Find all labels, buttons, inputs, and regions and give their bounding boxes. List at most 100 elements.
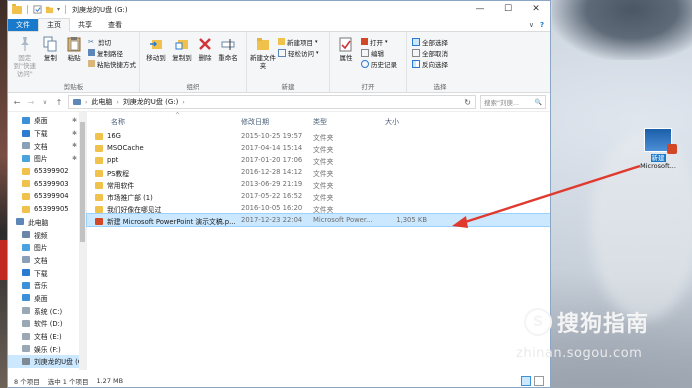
sidebar-item[interactable]: 65399904 — [8, 190, 86, 203]
tab-view[interactable]: 查看 — [100, 19, 130, 31]
tab-share[interactable]: 共享 — [70, 19, 100, 31]
open-icon — [361, 38, 368, 45]
file-row[interactable]: MSOCache 2017-04-14 15:14 文件夹 — [87, 142, 550, 154]
column-header-date[interactable]: 修改日期 — [241, 117, 269, 127]
select-none-button[interactable]: 全部取消 — [412, 48, 448, 58]
document-icon — [22, 256, 30, 264]
forward-button[interactable]: → — [26, 98, 36, 107]
sidebar-item-label: 桌面 — [34, 117, 48, 126]
file-row[interactable]: PS教程 2016-12-28 14:12 文件夹 — [87, 166, 550, 178]
pin-icon: ✱ — [71, 129, 77, 137]
sidebar-item[interactable]: 刘庚龙的U盘 (G:) — [8, 355, 86, 368]
sidebar-item[interactable]: 此电脑 — [8, 216, 86, 229]
sidebar-item[interactable]: 桌面 ✱ — [8, 114, 86, 127]
sidebar-item[interactable]: 65399902 — [8, 165, 86, 178]
ribbon-expand-icon[interactable]: ∨ — [529, 21, 534, 29]
address-bar[interactable]: › 此电脑 › 刘庚龙的U盘 (G:) › ↻ — [68, 95, 476, 109]
close-button[interactable]: ✕ — [522, 1, 550, 18]
sidebar-item[interactable]: 65399905 — [8, 203, 86, 216]
properties-quick-icon[interactable] — [33, 5, 42, 14]
sidebar-item-label: 系统 (C:) — [34, 307, 63, 316]
sidebar-item[interactable]: 音乐 — [8, 279, 86, 292]
music-icon — [22, 281, 30, 289]
cut-button[interactable]: ✂ 剪切 — [88, 37, 136, 47]
edit-icon — [361, 48, 369, 57]
quick-access-dropdown-icon[interactable]: ▾ — [57, 6, 60, 13]
file-type: 文件夹 — [313, 158, 334, 166]
powerpoint-file-icon — [644, 128, 677, 154]
search-input[interactable]: 搜索"刘庚... 🔍 — [480, 95, 546, 109]
new-folder-quick-icon[interactable] — [45, 5, 54, 14]
sidebar-item[interactable]: 桌面 — [8, 292, 86, 305]
copy-path-button[interactable]: 复制路径 — [88, 48, 136, 58]
folder-icon — [22, 180, 30, 188]
sidebar-item[interactable]: 下载 ✱ — [8, 127, 86, 140]
file-name-cell: PS教程 — [95, 168, 235, 178]
maximize-button[interactable]: ☐ — [494, 1, 522, 18]
address-bar-row: ← → ∨ ↑ › 此电脑 › 刘庚龙的U盘 (G:) › ↻ 搜索"刘庚...… — [8, 93, 550, 112]
sidebar-item[interactable]: 软件 (D:) — [8, 317, 86, 330]
paste-shortcut-icon — [88, 60, 95, 67]
sidebar-item[interactable]: 下载 — [8, 266, 86, 279]
file-name-cell: 市场推广部 (1) — [95, 192, 235, 202]
file-row[interactable]: 常用软件 2013-06-29 21:19 文件夹 — [87, 178, 550, 190]
folder-icon — [95, 132, 103, 140]
sidebar-item[interactable]: 文档 — [8, 254, 86, 267]
sidebar-scrollbar[interactable] — [79, 112, 86, 370]
open-label: 打开 — [370, 38, 383, 47]
sidebar-item[interactable]: 65399903 — [8, 177, 86, 190]
help-icon[interactable]: ? — [540, 21, 544, 29]
tab-file[interactable]: 文件 — [8, 19, 38, 31]
file-date: 2016-10-05 16:20 — [241, 204, 303, 212]
file-name-cell: 新建 Microsoft PowerPoint 演示文稿.p... — [95, 216, 235, 226]
sidebar-item[interactable]: 娱乐 (F:) — [8, 342, 86, 355]
back-button[interactable]: ← — [12, 98, 22, 107]
sidebar-item[interactable]: 图片 ✱ — [8, 152, 86, 165]
select-group: 全部选择 全部取消 反向选择 选择 — [407, 32, 473, 92]
easy-access-button[interactable]: 轻松访问 ▾ — [278, 48, 319, 58]
file-type: 文件夹 — [313, 134, 334, 142]
history-button[interactable]: 历史记录 — [361, 59, 397, 69]
up-button[interactable]: ↑ — [54, 98, 64, 107]
file-type: Microsoft Power... — [313, 216, 373, 224]
new-item-button[interactable]: 新建项目 ▾ — [278, 37, 319, 47]
file-row[interactable]: 市场推广部 (1) 2017-05-22 16:52 文件夹 — [87, 190, 550, 202]
invert-selection-button[interactable]: 反向选择 — [412, 59, 448, 69]
file-row[interactable]: 新建 Microsoft PowerPoint 演示文稿.p... 2017-12… — [86, 213, 550, 227]
desktop-icon — [22, 294, 30, 302]
selected-count: 选中 1 个项目 — [47, 377, 89, 386]
edit-button[interactable]: 编辑 — [361, 48, 397, 58]
recent-locations-button[interactable]: ∨ — [40, 99, 50, 106]
tab-home[interactable]: 主页 — [38, 18, 70, 32]
open-button[interactable]: 打开 ▾ — [361, 37, 397, 47]
easy-access-label: 轻松访问 — [288, 49, 314, 58]
properties-label: 属性 — [339, 54, 353, 62]
file-date: 2017-05-22 16:52 — [241, 192, 303, 200]
file-row[interactable]: 我们好像在哪见过 2016-10-05 16:20 文件夹 — [87, 202, 550, 214]
desktop-icon-label-line1: 新建 — [650, 154, 666, 162]
details-view-button[interactable] — [521, 375, 531, 386]
paste-shortcut-button[interactable]: 粘贴快捷方式 — [88, 59, 136, 69]
desktop-icon-label-line2: Microsoft... — [640, 162, 676, 170]
sidebar-item[interactable]: 系统 (C:) — [8, 304, 86, 317]
refresh-button[interactable]: ↻ — [464, 98, 471, 107]
breadcrumb-usb-drive[interactable]: 刘庚龙的U盘 (G:) — [123, 97, 179, 107]
file-row[interactable]: ppt 2017-01-20 17:06 文件夹 — [87, 154, 550, 166]
sidebar-item[interactable]: 图片 — [8, 241, 86, 254]
column-header-type[interactable]: 类型 — [313, 117, 327, 127]
sidebar-item[interactable]: 文档 (E:) — [8, 330, 86, 343]
column-header-size[interactable]: 大小 — [385, 117, 399, 127]
sidebar-item-label: 文档 — [34, 256, 48, 265]
file-row[interactable]: 16G 2015-10-25 19:57 文件夹 — [87, 130, 550, 142]
minimize-button[interactable]: — — [466, 1, 494, 18]
breadcrumb-this-pc[interactable]: 此电脑 — [91, 97, 112, 107]
column-header-name[interactable]: 名称 — [111, 117, 125, 127]
select-all-button[interactable]: 全部选择 — [412, 37, 448, 47]
computer-icon — [73, 99, 81, 105]
picture-icon — [22, 243, 30, 251]
sidebar-item[interactable]: 文档 ✱ — [8, 139, 86, 152]
sidebar-item[interactable]: 视频 — [8, 228, 86, 241]
desktop-pptx-icon[interactable]: 新建 Microsoft... — [636, 128, 680, 170]
large-icons-view-button[interactable] — [534, 375, 544, 386]
title-bar[interactable]: ▾ 刘庚龙的U盘 (G:) — ☐ ✕ — [8, 1, 550, 18]
